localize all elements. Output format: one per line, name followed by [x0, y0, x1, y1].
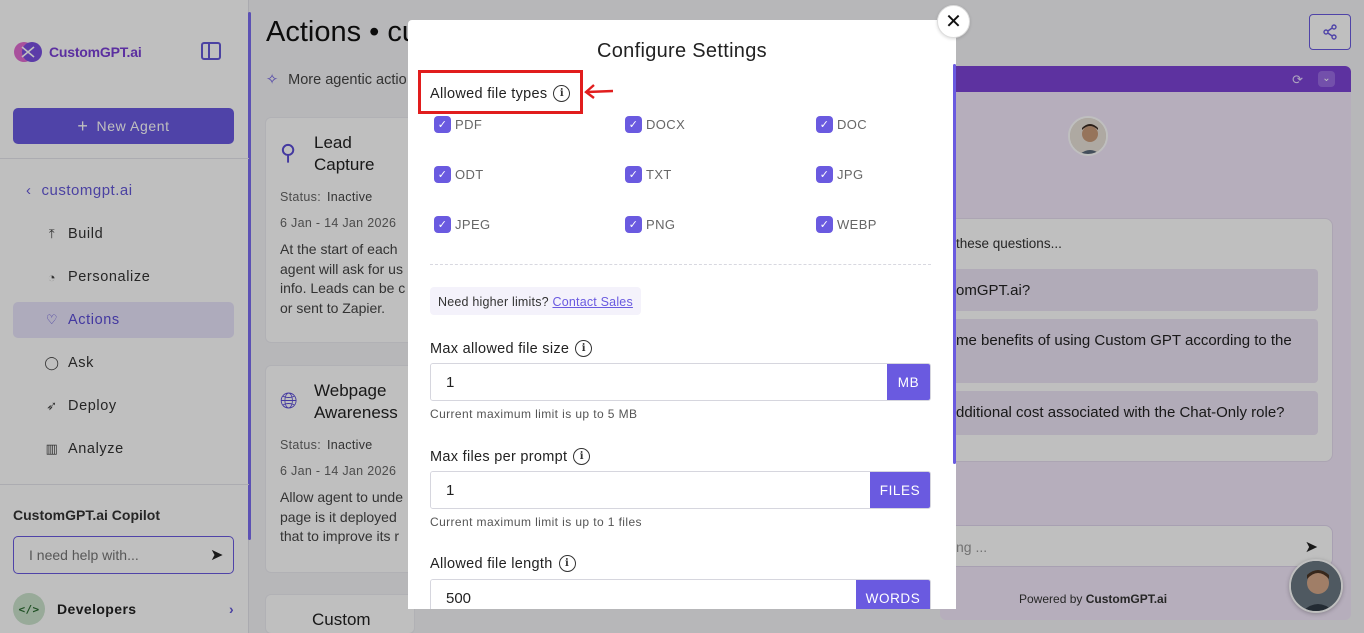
checkbox-checked-icon[interactable]: ✓ — [625, 116, 642, 133]
max-file-size-field: MB — [430, 363, 931, 401]
section-divider — [430, 264, 931, 265]
checkbox-checked-icon[interactable]: ✓ — [434, 216, 451, 233]
checkbox-checked-icon[interactable]: ✓ — [434, 166, 451, 183]
modal-scrollbar[interactable] — [953, 64, 956, 464]
max-files-hint: Current maximum limit is up to 1 files — [430, 515, 642, 529]
file-type-odt[interactable]: ✓ ODT — [434, 166, 484, 183]
file-type-webp[interactable]: ✓ WEBP — [816, 216, 877, 233]
checkbox-checked-icon[interactable]: ✓ — [816, 116, 833, 133]
close-icon: ✕ — [945, 11, 962, 33]
max-file-size-input[interactable] — [431, 364, 887, 400]
modal-title: Configure Settings — [597, 40, 767, 62]
checkbox-checked-icon[interactable]: ✓ — [625, 216, 642, 233]
allowed-file-length-field: WORDS — [430, 579, 931, 609]
configure-settings-modal: Configure Settings Allowed file types i … — [408, 20, 956, 609]
contact-sales-link[interactable]: Contact Sales — [552, 295, 632, 309]
allowed-file-types-label: Allowed file types i — [430, 85, 571, 102]
unit-files: FILES — [870, 472, 930, 508]
file-type-pdf[interactable]: ✓ PDF — [434, 116, 482, 133]
checkbox-checked-icon[interactable]: ✓ — [434, 116, 451, 133]
unit-words: WORDS — [856, 580, 930, 609]
max-files-per-prompt-label: Max files per prompt i — [430, 448, 591, 465]
file-type-jpg[interactable]: ✓ JPG — [816, 166, 863, 183]
max-files-per-prompt-field: FILES — [430, 471, 931, 509]
info-icon[interactable]: i — [553, 85, 571, 102]
file-type-docx[interactable]: ✓ DOCX — [625, 116, 685, 133]
info-icon[interactable]: i — [573, 448, 591, 465]
red-arrow-icon — [584, 84, 614, 99]
unit-mb: MB — [887, 364, 930, 400]
info-icon[interactable]: i — [558, 555, 576, 572]
close-modal-button[interactable]: ✕ — [937, 5, 970, 38]
file-type-jpeg[interactable]: ✓ JPEG — [434, 216, 491, 233]
max-file-size-hint: Current maximum limit is up to 5 MB — [430, 407, 638, 421]
file-type-txt[interactable]: ✓ TXT — [625, 166, 672, 183]
max-files-per-prompt-input[interactable] — [431, 472, 870, 508]
checkbox-checked-icon[interactable]: ✓ — [816, 166, 833, 183]
file-type-png[interactable]: ✓ PNG — [625, 216, 675, 233]
checkbox-checked-icon[interactable]: ✓ — [625, 166, 642, 183]
max-file-size-label: Max allowed file size i — [430, 340, 593, 357]
file-type-doc[interactable]: ✓ DOC — [816, 116, 867, 133]
allowed-file-length-input[interactable] — [431, 580, 856, 609]
allowed-file-length-label: Allowed file length i — [430, 555, 576, 572]
checkbox-checked-icon[interactable]: ✓ — [816, 216, 833, 233]
higher-limits-banner: Need higher limits? Contact Sales — [430, 287, 641, 315]
info-icon[interactable]: i — [575, 340, 593, 357]
